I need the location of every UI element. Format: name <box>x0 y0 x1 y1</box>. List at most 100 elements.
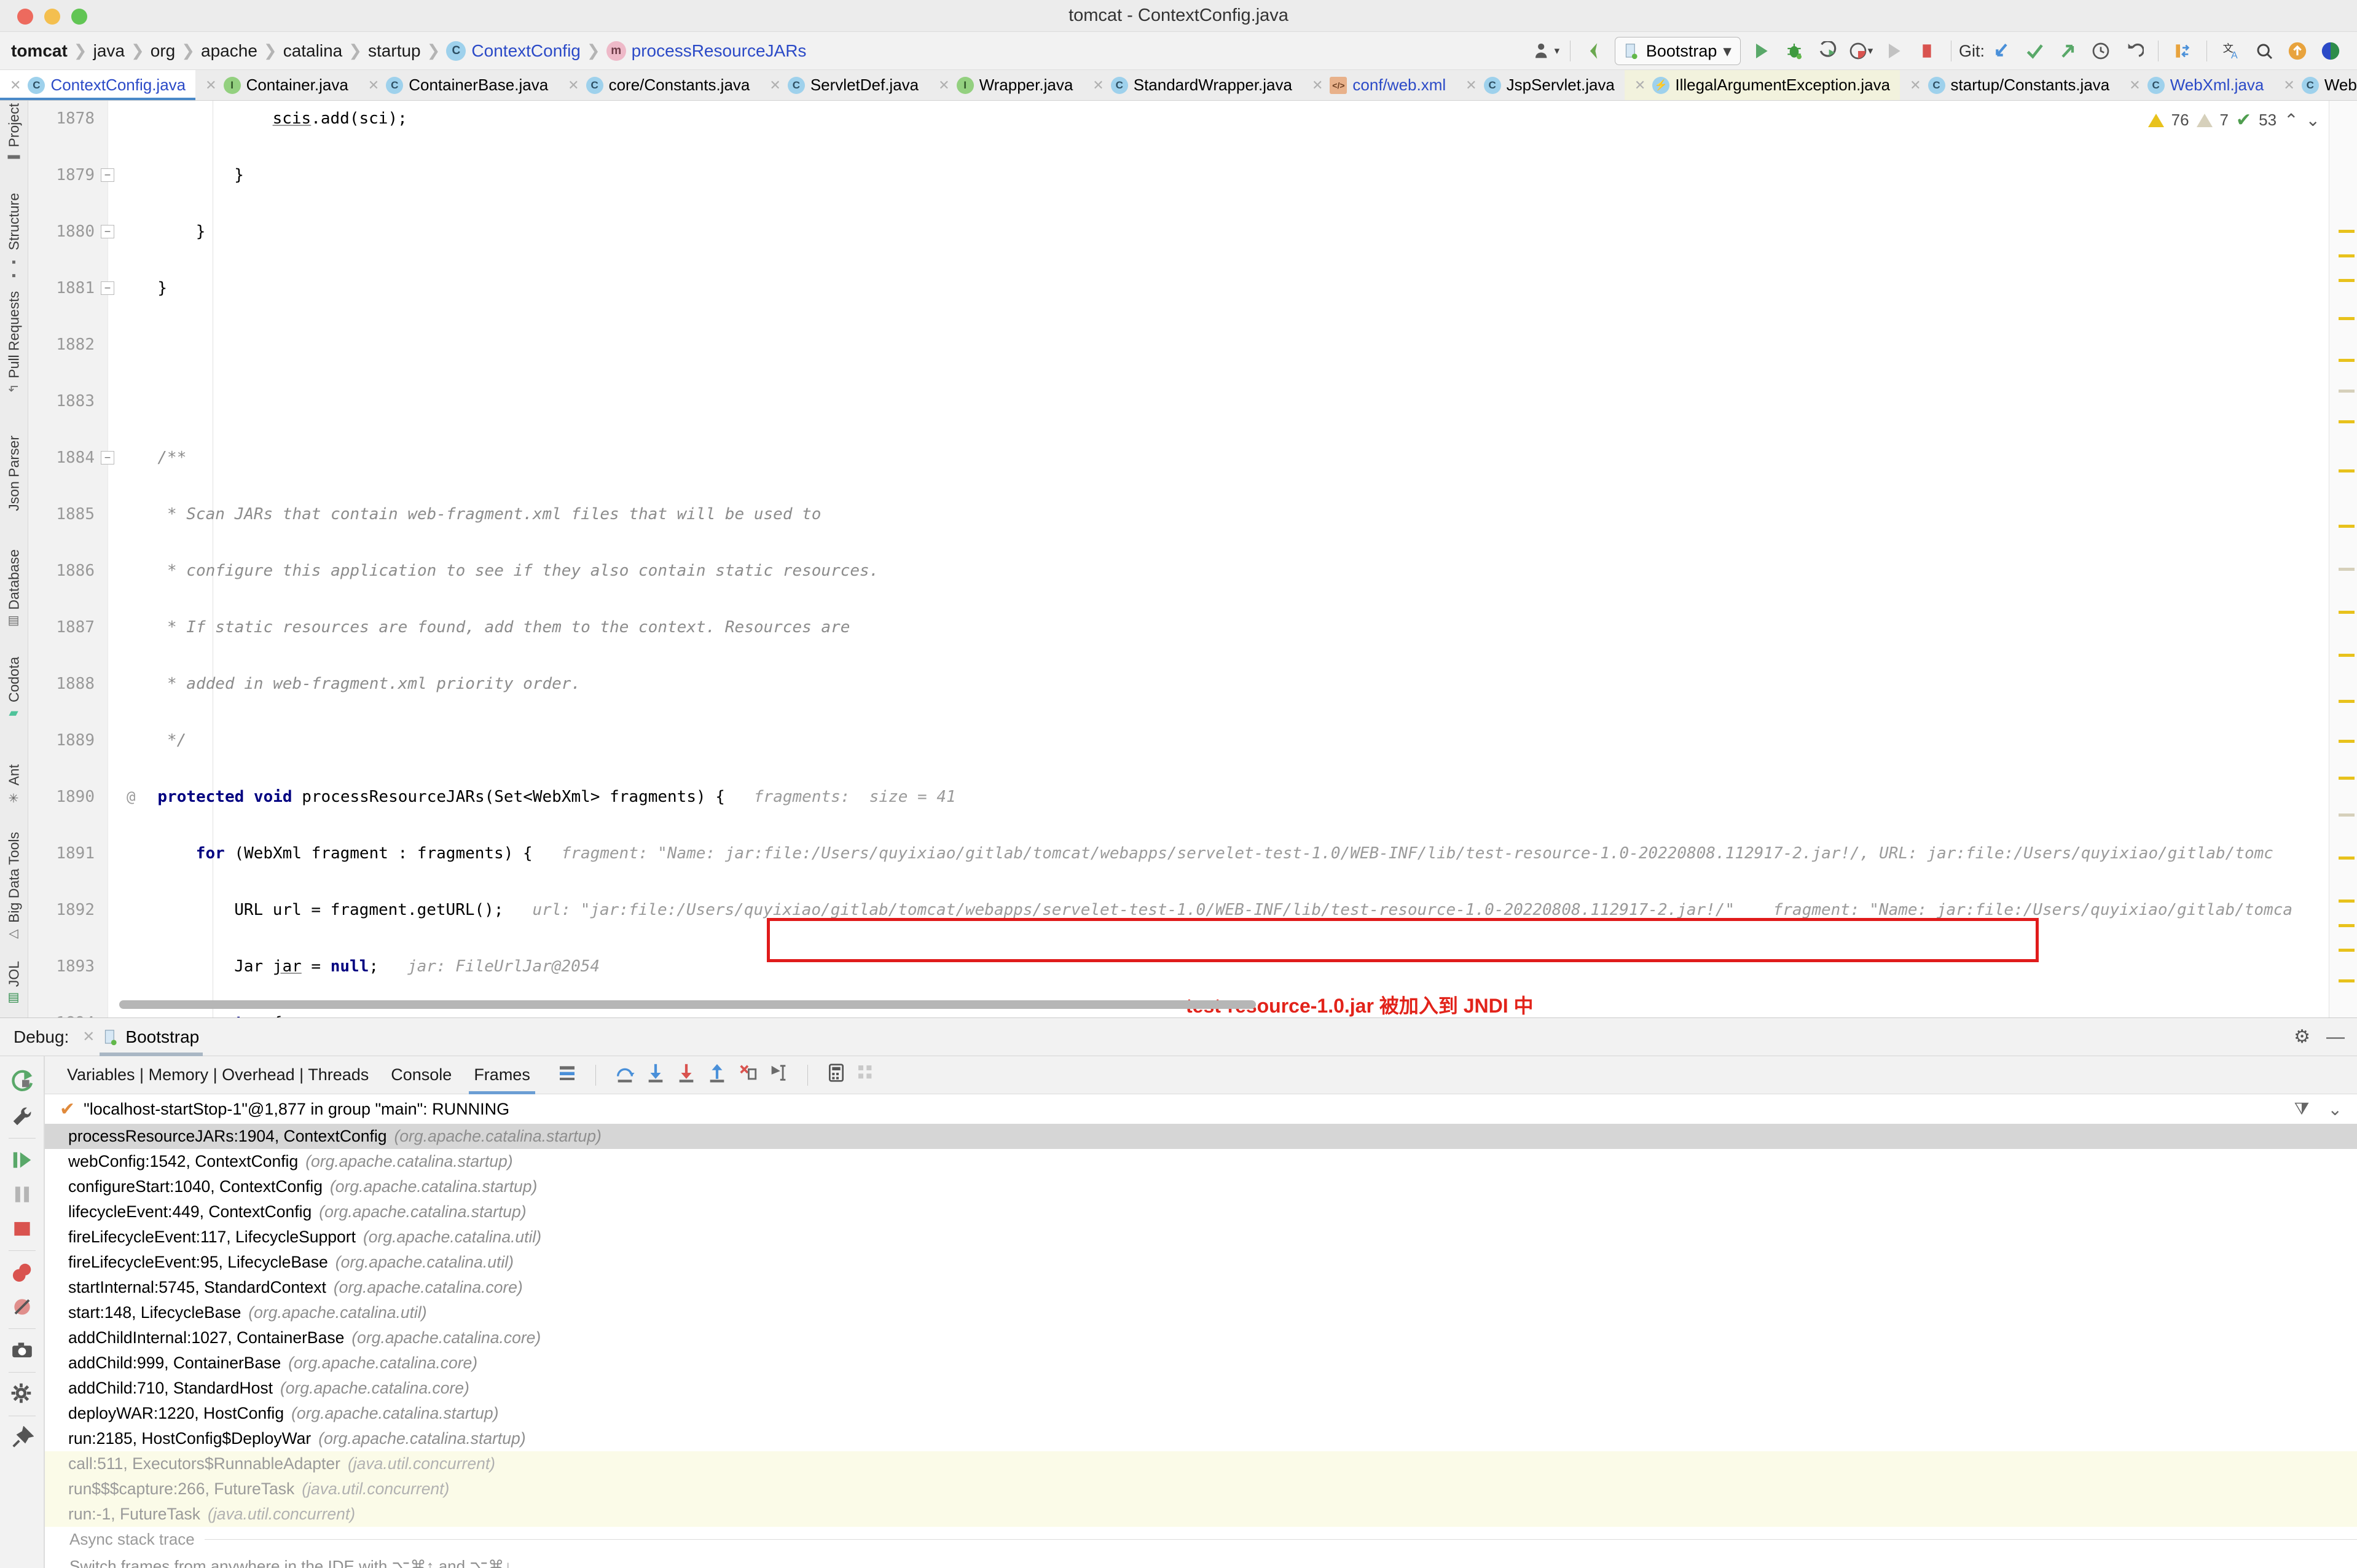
pin-icon[interactable] <box>5 1421 39 1455</box>
close-icon[interactable]: ✕ <box>2129 77 2140 93</box>
settings-wrench-icon[interactable] <box>5 1099 39 1134</box>
coverage-icon[interactable]: ▾ <box>1844 34 1877 68</box>
compare-icon[interactable] <box>2166 34 2199 68</box>
frame-list-item[interactable]: fireLifecycleEvent:117, LifecycleSupport… <box>45 1225 2357 1250</box>
translate-icon[interactable]: 文A <box>2214 34 2248 68</box>
scrollbar-thumb[interactable] <box>119 1000 1256 1009</box>
frame-list-item[interactable]: lifecycleEvent:449, ContextConfig (org.ap… <box>45 1199 2357 1225</box>
frame-list-item[interactable]: configureStart:1040, ContextConfig (org.a… <box>45 1174 2357 1199</box>
prev-problem-icon[interactable]: ⌃ <box>2284 110 2298 130</box>
settings-icon[interactable] <box>856 1063 876 1088</box>
view-breakpoints-icon[interactable] <box>5 1255 39 1290</box>
breadcrumb-item-startup[interactable]: startup <box>368 41 421 61</box>
window-controls[interactable] <box>17 9 87 25</box>
close-icon[interactable]: ✕ <box>368 77 379 93</box>
debug-thread-row[interactable]: ✔ "localhost-startStop-1"@1,877 in group… <box>45 1094 2357 1124</box>
code-editor[interactable]: 1878 scis.add(sci); 1879−} 1880−} 1881−} 1882… <box>28 101 2357 1017</box>
debug-icon[interactable] <box>1778 34 1811 68</box>
debug-step-actions[interactable] <box>557 1062 876 1088</box>
code-line[interactable]: 1883 <box>28 387 2357 415</box>
sidebar-item-codota[interactable]: ▰ Codota <box>0 657 28 722</box>
tab-variables-memory-overhead-threads[interactable]: Variables | Memory | Overhead | Threads <box>56 1056 380 1094</box>
editor-horizontal-scrollbar[interactable] <box>119 1000 2320 1009</box>
upload-icon[interactable] <box>2281 34 2314 68</box>
frame-list-item[interactable]: deployWAR:1220, HostConfig (org.apache.ca… <box>45 1401 2357 1426</box>
user-icon[interactable]: ▾ <box>1529 34 1563 68</box>
code-line[interactable]: 1882 <box>28 331 2357 359</box>
update-project-icon[interactable] <box>1985 34 2018 68</box>
close-icon[interactable]: ✕ <box>938 77 949 93</box>
editor-tab-container[interactable]: ✕ I Container.java <box>195 70 358 100</box>
debug-frames-list[interactable]: processResourceJARs:1904, ContextConfig (… <box>45 1124 2357 1527</box>
editor-tab-jspservlet[interactable]: ✕ C JspServlet.java <box>1456 70 1625 100</box>
frame-list-item[interactable]: call:511, Executors$RunnableAdapter (java… <box>45 1451 2357 1476</box>
sidebar-item-pull-requests[interactable]: ↰ Pull Requests <box>0 291 28 394</box>
settings-gear-icon[interactable] <box>5 1377 39 1411</box>
left-tool-window-bar[interactable]: ▬ Project ▪▪ Structure ↰ Pull Requests Json… <box>0 101 28 1017</box>
close-icon[interactable]: ✕ <box>205 77 216 93</box>
run-icon[interactable] <box>1744 34 1778 68</box>
editor-tab-wrapper[interactable]: ✕ I Wrapper.java <box>928 70 1083 100</box>
layout-icon[interactable] <box>557 1063 577 1088</box>
breadcrumb-item-project[interactable]: tomcat <box>11 41 68 61</box>
editor-tab-core-constants[interactable]: ✕ C core/Constants.java <box>558 70 759 100</box>
filter-icon[interactable]: ⧩ <box>2294 1099 2310 1119</box>
step-into-icon[interactable] <box>645 1062 666 1088</box>
code-line[interactable]: 1880−} <box>28 218 2357 246</box>
frame-list-item[interactable]: startInternal:5745, StandardContext (org.… <box>45 1275 2357 1300</box>
editor-tab-contextconfig[interactable]: ✕ C ContextConfig.java <box>0 70 196 100</box>
code-fold-icon[interactable]: − <box>101 451 114 465</box>
editor-tab-illegalargumentexception[interactable]: ✕ ⚡ IllegalArgumentException.java <box>1624 70 1900 100</box>
sidebar-item-structure[interactable]: ▪▪ Structure <box>0 193 28 282</box>
sidebar-item-ant[interactable]: ✳ Ant <box>0 764 28 806</box>
code-line[interactable]: 1878 scis.add(sci); <box>28 104 2357 133</box>
inspection-summary[interactable]: 76 7 ✔ 53 ⌃ ⌄ <box>2144 108 2324 132</box>
sidebar-item-big-data-tools[interactable]: ▷ Big Data Tools <box>0 832 28 943</box>
evaluate-expression-icon[interactable] <box>826 1063 846 1088</box>
chevron-down-icon[interactable]: ⌄ <box>2328 1099 2342 1119</box>
editor-tab-startup-constants[interactable]: ✕ C startup/Constants.java <box>1900 70 2119 100</box>
close-window-button[interactable] <box>17 9 33 25</box>
step-over-icon[interactable] <box>614 1062 635 1088</box>
breadcrumb-item-org[interactable]: org <box>151 41 175 61</box>
next-problem-icon[interactable]: ⌄ <box>2306 110 2320 130</box>
close-icon[interactable]: ✕ <box>1634 77 1645 93</box>
frame-list-item[interactable]: start:148, LifecycleBase (org.apache.cata… <box>45 1300 2357 1325</box>
stop-icon[interactable] <box>1910 34 1943 68</box>
maximize-window-button[interactable] <box>71 9 87 25</box>
resume-icon[interactable] <box>5 1143 39 1177</box>
code-line[interactable]: 1881−} <box>28 274 2357 302</box>
breadcrumb-item-class[interactable]: C ContextConfig <box>446 41 581 61</box>
pause-icon[interactable] <box>5 1177 39 1212</box>
code-line[interactable]: 1885 * Scan JARs that contain web-fragmen… <box>28 500 2357 528</box>
frame-list-item[interactable]: addChildInternal:1027, ContainerBase (org… <box>45 1325 2357 1350</box>
debug-session-tab[interactable]: ✕ Bootstrap <box>82 1018 208 1056</box>
search-icon[interactable] <box>2248 34 2281 68</box>
mute-breakpoints-icon[interactable] <box>5 1290 39 1324</box>
snapshot-camera-icon[interactable] <box>5 1333 39 1368</box>
rerun-icon[interactable] <box>1811 34 1844 68</box>
commit-icon[interactable] <box>2018 34 2051 68</box>
push-icon[interactable] <box>2051 34 2084 68</box>
override-marker-icon[interactable]: @ <box>127 783 135 811</box>
rerun-icon[interactable] <box>5 1065 39 1099</box>
sidebar-item-database[interactable]: ▤ Database <box>0 549 28 629</box>
close-icon[interactable]: ✕ <box>1465 77 1477 93</box>
frame-list-item[interactable]: addChild:999, ContainerBase (org.apache.c… <box>45 1350 2357 1376</box>
editor-code-area[interactable]: 1878 scis.add(sci); 1879−} 1880−} 1881−} 1882… <box>28 104 2357 1017</box>
thread-row-actions[interactable]: ⧩ ⌄ <box>2294 1099 2342 1119</box>
close-icon[interactable]: ✕ <box>769 77 780 93</box>
close-icon[interactable]: ✕ <box>1910 77 1921 93</box>
frame-list-item[interactable]: fireLifecycleEvent:95, LifecycleBase (org… <box>45 1250 2357 1275</box>
code-line[interactable]: 1884− /** <box>28 444 2357 472</box>
debug-tab-bar[interactable]: Variables | Memory | Overhead | Threads … <box>45 1056 2357 1094</box>
frame-list-item[interactable]: processResourceJARs:1904, ContextConfig (… <box>45 1124 2357 1149</box>
code-fold-icon[interactable]: − <box>101 225 114 238</box>
close-icon[interactable]: ✕ <box>82 1028 95 1046</box>
breadcrumb-item-method[interactable]: m processResourceJARs <box>606 41 806 61</box>
editor-tab-conf-webxml[interactable]: ✕ </> conf/web.xml <box>1302 70 1456 100</box>
frame-list-item[interactable]: run:-1, FutureTask (java.util.concurrent) <box>45 1502 2357 1527</box>
tab-console[interactable]: Console <box>380 1056 463 1094</box>
debug-action-gutter[interactable] <box>0 1056 44 1568</box>
force-step-into-icon[interactable] <box>676 1062 697 1088</box>
